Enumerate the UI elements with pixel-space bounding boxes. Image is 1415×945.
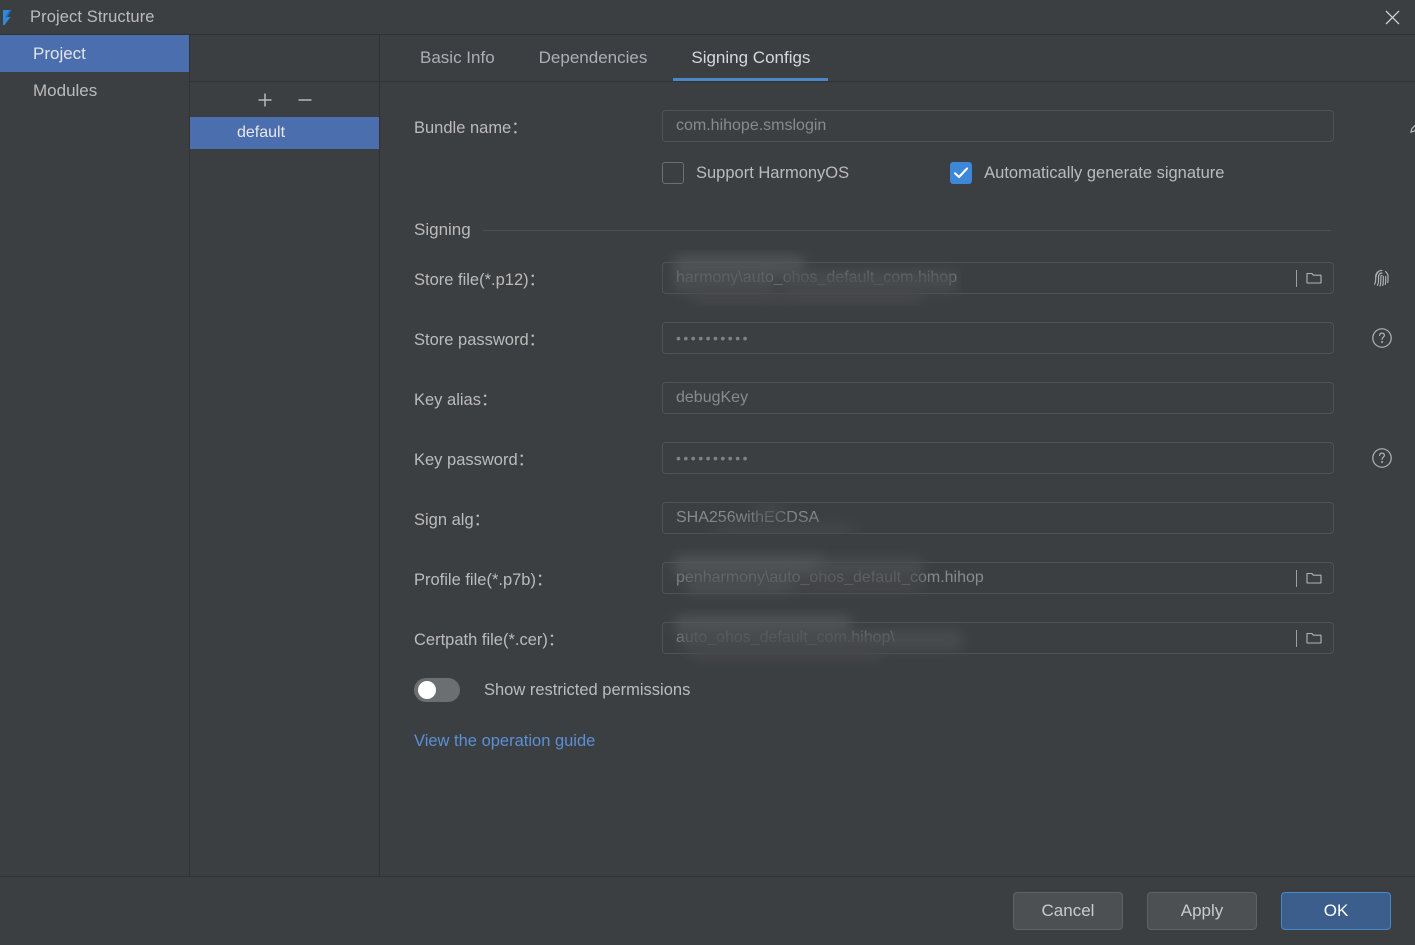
folder-browse-icon[interactable] — [1303, 267, 1325, 289]
auto-generate-signature-label[interactable]: Automatically generate signature — [984, 164, 1224, 183]
remove-config-button[interactable] — [294, 89, 316, 111]
support-harmonyos-checkbox[interactable] — [662, 162, 684, 184]
deveco-logo-icon — [2, 7, 22, 27]
fingerprint-icon[interactable] — [1369, 265, 1395, 291]
sidebar-item-label: Project — [33, 43, 86, 63]
tab-bar: Basic Info Dependencies Signing Configs — [380, 35, 1415, 82]
section-divider — [482, 229, 1331, 231]
bundle-name-row: Bundle name： com.hihope.smslogin — [414, 110, 1415, 142]
show-restricted-permissions-label: Show restricted permissions — [484, 680, 691, 699]
apply-button[interactable]: Apply — [1147, 892, 1257, 930]
signing-configs-list-panel: default — [190, 35, 380, 876]
cancel-button[interactable]: Cancel — [1013, 892, 1123, 930]
auto-generate-signature-checkbox[interactable] — [950, 162, 973, 184]
folder-browse-icon[interactable] — [1303, 627, 1325, 649]
close-icon[interactable] — [1369, 0, 1415, 34]
sidebar-item-project[interactable]: Project — [0, 35, 189, 72]
bundle-name-input[interactable]: com.hihope.smslogin — [662, 110, 1334, 142]
certpath-file-input[interactable]: \auto_ohos_default_com.hihop — [662, 622, 1334, 654]
window-title: Project Structure — [30, 7, 155, 26]
key-alias-value: debugKey — [676, 389, 749, 406]
tab-dependencies[interactable]: Dependencies — [517, 35, 670, 81]
profile-file-value: penharmony\auto_ohos_default_com.hihop — [676, 569, 984, 586]
support-harmonyos-label[interactable]: Support HarmonyOS — [696, 164, 849, 183]
key-password-input[interactable]: •••••••••• — [662, 442, 1334, 474]
show-restricted-permissions-row: Show restricted permissions — [414, 678, 1331, 702]
key-password-value: •••••••••• — [676, 450, 751, 466]
view-operation-guide-link[interactable]: View the operation guide — [414, 732, 595, 751]
list-panel-header-spacer — [190, 35, 379, 82]
signing-configs-form: Bundle name： com.hihope.smslogin Support… — [380, 82, 1415, 876]
help-circle-icon[interactable] — [1369, 445, 1395, 471]
sign-alg-label: Sign alg： — [414, 511, 491, 529]
tab-label: Dependencies — [538, 48, 648, 67]
signing-section-title: Signing — [414, 220, 471, 239]
profile-file-input[interactable]: penharmony\auto_ohos_default_com.hihop — [662, 562, 1334, 594]
store-file-input[interactable]: harmony\auto_ohos_default_com.hihop — [662, 262, 1334, 294]
pencil-edit-icon[interactable] — [1404, 113, 1415, 139]
sign-alg-input[interactable]: SHA256withECDSA — [662, 502, 1334, 534]
folder-browse-icon[interactable] — [1303, 567, 1325, 589]
sidebar-nav: Project Modules — [0, 35, 190, 876]
show-restricted-permissions-toggle[interactable] — [414, 678, 460, 702]
signing-options-row: Support HarmonyOS Automatically generate… — [662, 162, 1331, 184]
help-circle-icon[interactable] — [1369, 325, 1395, 351]
bundle-name-label: Bundle name： — [414, 119, 528, 137]
toggle-knob — [418, 681, 436, 699]
certpath-file-label: Certpath file(*.cer)： — [414, 631, 565, 649]
key-alias-label: Key alias： — [414, 391, 498, 409]
store-file-row: Store file(*.p12)： harmony\auto_ohos_def… — [414, 256, 1389, 304]
sign-alg-row: Sign alg： SHA256withECDSA — [414, 502, 1334, 534]
config-list-toolbar — [190, 82, 379, 117]
sign-alg-value: SHA256withECDSA — [676, 509, 820, 526]
dialog-body: Project Modules default Basic Info Depen… — [0, 35, 1415, 877]
config-item-label: default — [237, 124, 286, 141]
title-bar: Project Structure — [0, 0, 1415, 35]
content-panel: Basic Info Dependencies Signing Configs … — [380, 35, 1415, 876]
project-structure-dialog: Project Structure Project Modules defaul… — [0, 0, 1415, 945]
text-caret — [1296, 269, 1297, 287]
tab-label: Basic Info — [420, 48, 495, 67]
key-alias-row: Key alias： debugKey — [414, 382, 1334, 414]
certpath-file-value: \auto_ohos_default_com.hihop — [676, 629, 895, 646]
key-password-row: Key password： •••••••••• — [414, 442, 1392, 474]
signing-section-header: Signing — [414, 220, 1331, 240]
profile-file-row: Profile file(*.p7b)： penharmony\auto_oho… — [414, 556, 1334, 594]
store-password-label: Store password： — [414, 331, 546, 349]
certpath-file-row: Certpath file(*.cer)： \auto_ohos_default… — [414, 616, 1334, 660]
store-password-row: Store password： •••••••••• — [414, 322, 1392, 354]
dialog-footer: Cancel Apply OK — [0, 877, 1415, 945]
bundle-name-value: com.hihope.smslogin — [676, 117, 827, 134]
list-item[interactable]: default — [190, 117, 379, 149]
store-password-input[interactable]: •••••••••• — [662, 322, 1334, 354]
store-password-value: •••••••••• — [676, 330, 751, 346]
ok-button[interactable]: OK — [1281, 892, 1391, 930]
add-config-button[interactable] — [254, 89, 276, 111]
text-caret — [1296, 629, 1297, 647]
profile-file-label: Profile file(*.p7b)： — [414, 571, 553, 589]
store-file-label: Store file(*.p12)： — [414, 271, 546, 289]
key-password-label: Key password： — [414, 451, 535, 469]
sidebar-item-label: Modules — [33, 80, 98, 100]
tab-basic-info[interactable]: Basic Info — [398, 35, 517, 81]
key-alias-input[interactable]: debugKey — [662, 382, 1334, 414]
tab-label: Signing Configs — [691, 48, 811, 67]
sidebar-item-modules[interactable]: Modules — [0, 72, 189, 109]
text-caret — [1296, 569, 1297, 587]
store-file-value: harmony\auto_ohos_default_com.hihop — [676, 269, 958, 286]
tab-signing-configs[interactable]: Signing Configs — [669, 35, 832, 81]
